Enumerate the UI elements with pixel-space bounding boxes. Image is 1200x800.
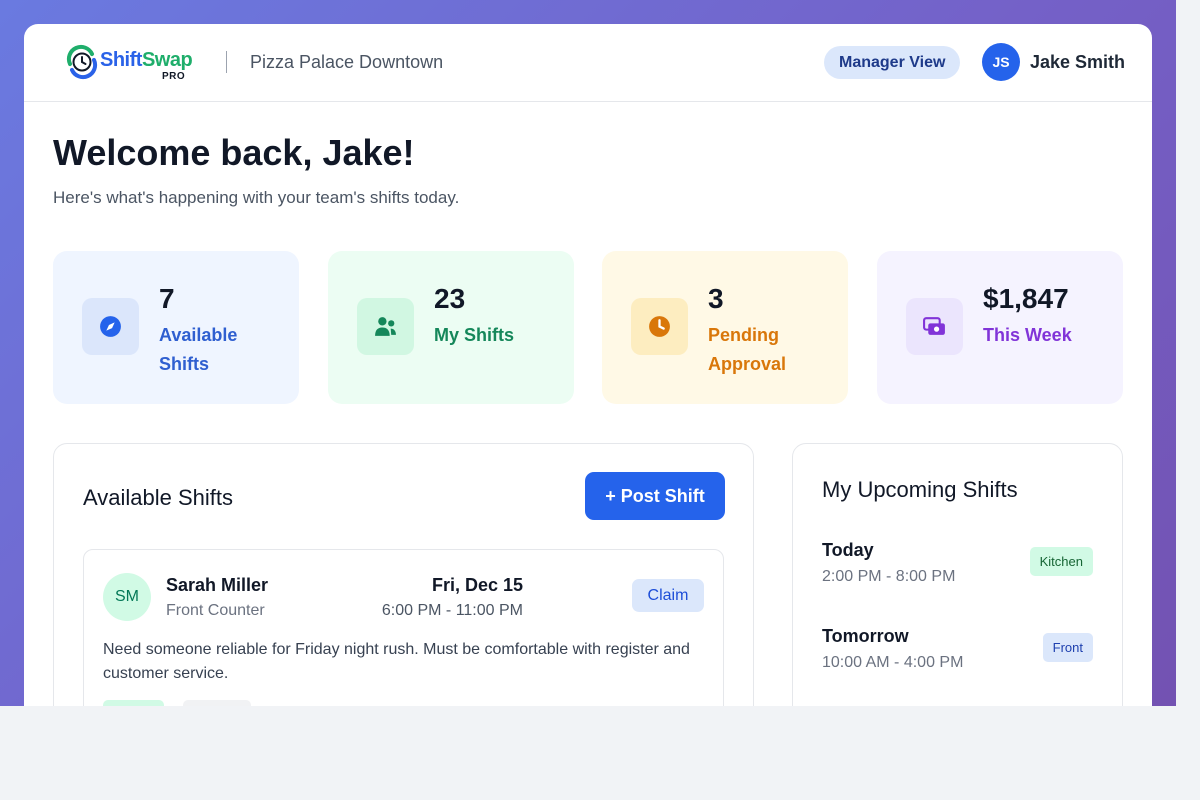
stat-icon-box xyxy=(357,298,414,355)
upcoming-shifts-panel: My Upcoming Shifts Today 2:00 PM - 8:00 … xyxy=(792,443,1123,706)
users-icon xyxy=(375,317,396,336)
stat-label: Available Shifts xyxy=(159,325,238,374)
upcoming-shift-day: Today xyxy=(822,540,874,560)
stat-label: Pending Approval xyxy=(708,325,787,374)
upcoming-shift-time: 10:00 AM - 4:00 PM xyxy=(822,654,964,671)
welcome-title: Welcome back, Jake! xyxy=(53,132,415,173)
user-name[interactable]: Jake Smith xyxy=(1030,52,1125,73)
user-avatar[interactable]: JS xyxy=(982,43,1020,81)
page-bottom-area xyxy=(0,706,1200,800)
poster-role: Front Counter xyxy=(166,602,265,619)
top-header: ShiftSwap PRO Pizza Palace Downtown Mana… xyxy=(24,24,1152,102)
clock-swap-logo-icon xyxy=(66,44,98,80)
logo-wordmark: ShiftSwap xyxy=(100,49,193,72)
welcome-subtitle: Here's what's happening with your team's… xyxy=(53,188,460,207)
shift-description: Need someone reliable for Friday night r… xyxy=(103,641,690,682)
stat-value: 3 xyxy=(708,283,724,314)
logo-word-swap: Swap xyxy=(141,49,193,71)
stat-value: 23 xyxy=(434,283,466,314)
stat-icon-box xyxy=(631,298,688,355)
app-window: ShiftSwap PRO Pizza Palace Downtown Mana… xyxy=(24,24,1152,706)
claim-button[interactable]: Claim xyxy=(632,579,704,612)
page-background: ShiftSwap PRO Pizza Palace Downtown Mana… xyxy=(0,0,1176,706)
poster-name: Sarah Miller xyxy=(166,575,269,595)
stat-card-available-shifts[interactable]: 7 Available Shifts xyxy=(53,251,299,404)
stat-icon-box xyxy=(82,298,139,355)
clock-icon xyxy=(649,316,670,337)
header-divider xyxy=(226,51,227,73)
stat-icon-box xyxy=(906,298,963,355)
money-icon xyxy=(923,317,945,335)
shift-date: Fri, Dec 15 xyxy=(431,575,523,595)
post-shift-button[interactable]: + Post Shift xyxy=(585,472,725,520)
available-shifts-panel: Available Shifts + Post Shift SM Sarah M… xyxy=(53,443,754,706)
shift-card[interactable]: SM Sarah Miller Front Counter Fri, Dec 1… xyxy=(83,549,724,706)
logo-word-shift: Shift xyxy=(100,49,142,71)
stat-card-pending-approval[interactable]: 3 Pending Approval xyxy=(602,251,848,404)
stat-card-this-week[interactable]: $1,847 This Week xyxy=(877,251,1123,404)
shift-time: 6:00 PM - 11:00 PM xyxy=(381,602,523,619)
upcoming-shifts-title: My Upcoming Shifts xyxy=(822,477,1018,502)
stat-value: $1,847 xyxy=(983,283,1069,314)
manager-view-button[interactable]: Manager View xyxy=(824,46,961,79)
stat-label: My Shifts xyxy=(434,325,515,345)
compass-icon xyxy=(100,316,121,337)
shiftswap-logo[interactable]: ShiftSwap PRO xyxy=(64,44,204,84)
stat-label: This Week xyxy=(983,325,1072,345)
logo-pro-badge: PRO xyxy=(162,71,186,82)
stat-card-my-shifts[interactable]: 23 My Shifts xyxy=(328,251,574,404)
upcoming-shift-tag-kitchen: Kitchen xyxy=(1029,547,1093,576)
upcoming-shift-day: Tomorrow xyxy=(822,626,909,646)
available-shifts-title: Available Shifts xyxy=(83,485,234,510)
upcoming-shift-time: 2:00 PM - 8:00 PM xyxy=(822,568,956,585)
location-name: Pizza Palace Downtown xyxy=(250,52,444,72)
upcoming-shift-tag-front: Front xyxy=(1042,633,1093,662)
stat-value: 7 xyxy=(159,283,175,314)
poster-avatar: SM xyxy=(103,573,151,621)
